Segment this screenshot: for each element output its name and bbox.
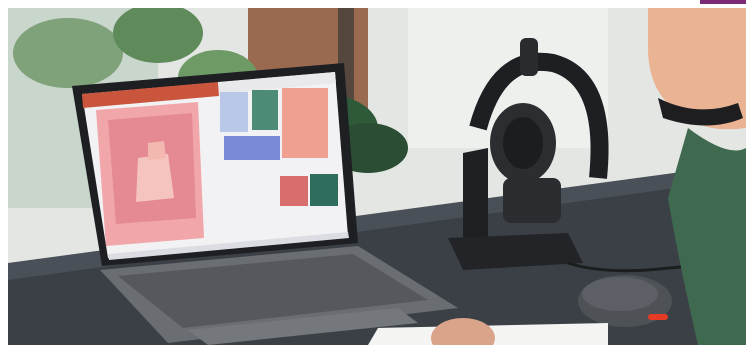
accent-bar — [700, 0, 746, 4]
product-photo — [8, 8, 746, 345]
photo-scene — [8, 8, 746, 345]
image-frame — [0, 0, 746, 345]
wireless-mouse — [578, 275, 672, 327]
